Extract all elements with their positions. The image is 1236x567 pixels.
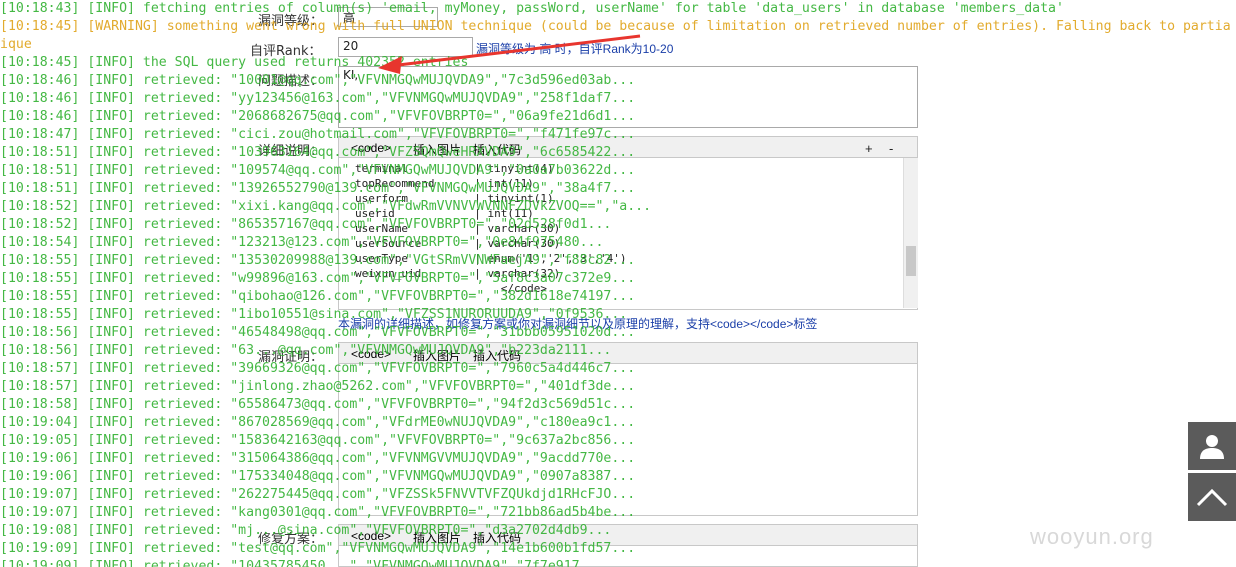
- chevron-up-icon: [1196, 488, 1228, 507]
- back-to-top-button[interactable]: [1188, 473, 1236, 521]
- red-arrow-annotation: [378, 34, 641, 74]
- watermark: wooyun.org: [1030, 524, 1154, 549]
- user-icon: [1200, 435, 1224, 459]
- user-button[interactable]: [1188, 422, 1236, 470]
